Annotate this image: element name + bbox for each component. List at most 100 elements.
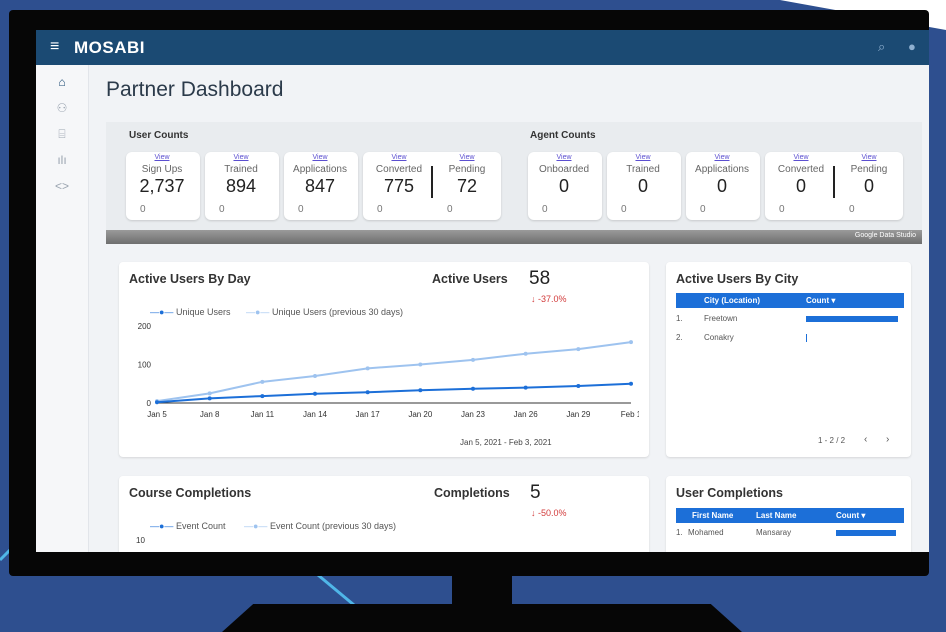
data-point[interactable] <box>629 381 633 386</box>
sidebar: ⌂ ⚇ ⌸ ılı <> <box>36 65 89 552</box>
legend-event-count: —●— Event Count <box>150 521 226 531</box>
card-sub: 0 <box>621 204 627 215</box>
x-tick-label: Jan 29 <box>566 410 591 419</box>
data-point[interactable] <box>260 394 265 399</box>
card-label: Trained <box>626 164 660 175</box>
card-label: Converted <box>375 164 423 175</box>
data-point[interactable] <box>471 357 475 362</box>
data-point[interactable] <box>365 390 370 395</box>
active-users-metric-value: 58 <box>529 268 551 289</box>
card-value: 0 <box>637 176 648 196</box>
x-tick-label: Jan 5 <box>147 410 167 419</box>
data-point[interactable] <box>207 396 212 401</box>
signups-card: View Sign Ups 2,737 0 <box>126 152 200 220</box>
card-value: 0 <box>795 176 806 196</box>
data-point[interactable] <box>523 351 528 356</box>
view-link[interactable]: View <box>363 154 435 161</box>
pager: 1 - 2 / 2 <box>818 436 846 445</box>
card-sub: 0 <box>849 204 855 215</box>
prev-page-icon[interactable]: ‹ <box>864 434 867 445</box>
card-sub: 0 <box>447 204 453 215</box>
card-sub: 0 <box>377 204 383 215</box>
agent-converted-pending-card: View Converted 0 0 View Pending 0 0 <box>765 152 903 220</box>
card-sub: 0 <box>140 204 146 215</box>
card-label: Pending <box>850 164 888 175</box>
view-link[interactable]: View <box>205 154 277 161</box>
data-point[interactable] <box>155 400 159 405</box>
home-icon[interactable]: ⌂ <box>54 75 70 89</box>
view-link[interactable]: View <box>765 154 837 161</box>
brand-logo[interactable]: MOSABI <box>74 38 145 58</box>
user-icon[interactable]: ● <box>908 39 916 54</box>
agent-applications-card: View Applications 0 0 <box>686 152 760 220</box>
col-count[interactable]: Count ▾ <box>806 293 835 308</box>
legend-event-count-prev: —●— Event Count (previous 30 days) <box>244 521 397 531</box>
view-link[interactable]: View <box>686 154 758 161</box>
x-tick-label: Jan 26 <box>514 410 539 419</box>
page-title: Partner Dashboard <box>106 78 284 101</box>
legend-label: Unique Users <box>175 307 231 317</box>
col-count[interactable]: Count ▾ <box>836 508 865 523</box>
datastudio-label: Google Data Studio <box>854 232 916 239</box>
data-point[interactable] <box>418 388 423 393</box>
card-value: 847 <box>304 176 336 196</box>
card-value: 775 <box>383 176 415 196</box>
code-icon[interactable]: <> <box>54 179 70 193</box>
converted-pending-card: View Converted 775 0 View Pending 72 0 <box>363 152 501 220</box>
data-point[interactable] <box>576 347 581 352</box>
data-point[interactable] <box>523 385 528 390</box>
view-link[interactable]: View <box>284 154 356 161</box>
data-point[interactable] <box>313 391 317 396</box>
data-point[interactable] <box>418 362 423 367</box>
view-link[interactable]: View <box>607 154 679 161</box>
user-counts-label: User Counts <box>129 130 189 141</box>
y-tick: 10 <box>136 536 145 545</box>
hamburger-icon[interactable]: ≡ <box>50 38 59 56</box>
city-table-header: City (Location) Count ▾ <box>676 293 904 308</box>
active-users-metric-label: Active Users <box>432 272 508 286</box>
legend-label: Event Count <box>175 521 226 531</box>
col-first-name[interactable]: First Name <box>692 508 733 523</box>
completions-metric-label: Completions <box>434 486 510 500</box>
applications-card: View Applications 847 0 <box>284 152 358 220</box>
data-point[interactable] <box>365 366 370 371</box>
col-city[interactable]: City (Location) <box>704 293 760 308</box>
people-icon[interactable]: ⚇ <box>54 101 70 115</box>
card-value: 0 <box>863 176 874 196</box>
legend-label: Unique Users (previous 30 days) <box>271 307 404 317</box>
next-page-icon[interactable]: › <box>886 434 889 445</box>
bar-chart-icon[interactable]: ılı <box>54 153 70 167</box>
card-label: Sign Ups <box>141 164 183 175</box>
count-bar <box>836 530 896 536</box>
date-range[interactable]: Jan 5, 2021 - Feb 3, 2021 <box>460 438 552 447</box>
x-tick-label: Jan 20 <box>408 410 433 419</box>
data-point[interactable] <box>260 379 265 384</box>
card-label: Onboarded <box>538 164 590 175</box>
view-link[interactable]: View <box>126 154 198 161</box>
card-label: Trained <box>224 164 258 175</box>
city-card <box>666 262 911 457</box>
data-point[interactable] <box>471 386 475 391</box>
data-point[interactable] <box>313 374 317 379</box>
data-point[interactable] <box>629 340 633 345</box>
data-point[interactable] <box>576 384 581 389</box>
table-row: 1. Freetown <box>676 314 904 323</box>
count-bar <box>806 334 807 342</box>
col-last-name[interactable]: Last Name <box>756 508 796 523</box>
card-value: 0 <box>716 176 727 196</box>
data-point[interactable] <box>207 391 212 396</box>
row-city: Conakry <box>704 333 734 342</box>
card-sub: 0 <box>298 204 304 215</box>
row-index: 1. <box>676 528 683 537</box>
monitor-stand-neck <box>452 576 512 606</box>
card-value: 894 <box>225 176 257 196</box>
search-icon[interactable]: ⌕ <box>878 39 885 55</box>
view-link[interactable]: View <box>833 154 905 161</box>
bank-icon[interactable]: ⌸ <box>54 127 70 142</box>
x-tick-label: Jan 17 <box>356 410 381 419</box>
card-sub: 0 <box>779 204 785 215</box>
view-link[interactable]: View <box>528 154 600 161</box>
card-value: 2,737 <box>139 176 185 196</box>
row-first-name: Mohamed <box>688 528 724 537</box>
view-link[interactable]: View <box>431 154 503 161</box>
